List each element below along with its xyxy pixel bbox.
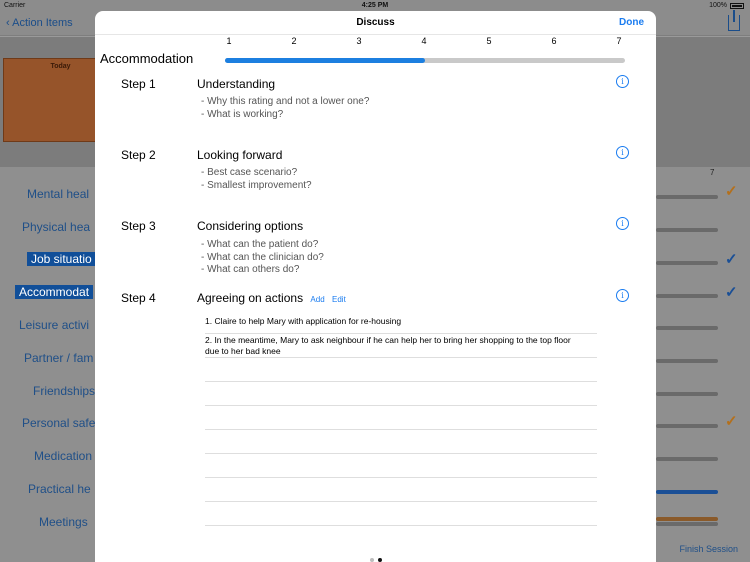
- status-time: 4:25 PM: [361, 2, 389, 9]
- scale-label: 1: [226, 36, 232, 46]
- rating-slider[interactable]: [225, 58, 625, 63]
- background-bar: [656, 261, 718, 265]
- scale-label: 6: [551, 36, 557, 46]
- battery-icon: [730, 2, 744, 9]
- info-icon[interactable]: i: [616, 146, 629, 159]
- action-divider: [205, 405, 597, 406]
- question: - Best case scenario?: [201, 167, 298, 178]
- step-3-label: Step 3: [121, 219, 156, 233]
- step-2-title: Looking forward: [197, 148, 283, 162]
- scale-label: 7: [616, 36, 622, 46]
- step-1-label: Step 1: [121, 77, 156, 91]
- info-icon[interactable]: i: [616, 75, 629, 88]
- action-divider: [205, 357, 597, 358]
- share-icon[interactable]: [728, 10, 740, 31]
- action-divider: [205, 477, 597, 478]
- background-bar: [656, 517, 718, 521]
- action-item-1[interactable]: 1. Claire to help Mary with application …: [205, 316, 577, 327]
- step-2-questions: - Best case scenario? - Smallest improve…: [201, 167, 312, 192]
- background-bar: [656, 522, 718, 526]
- scale-label: 4: [421, 36, 427, 46]
- background-bar: [656, 457, 718, 461]
- background-bar: [656, 195, 718, 199]
- scale-label: 3: [356, 36, 362, 46]
- rating-scale-labels: 1 2 3 4 5 6 7: [225, 36, 625, 48]
- question: - Smallest improvement?: [201, 179, 312, 191]
- page-dot-current: [377, 558, 382, 562]
- background-bar: [656, 424, 718, 428]
- done-button[interactable]: Done: [619, 17, 644, 28]
- question: - What can others do?: [201, 264, 300, 275]
- info-icon[interactable]: i: [616, 289, 629, 302]
- checkmark-icon: ✓: [725, 251, 738, 268]
- question: - What is working?: [201, 108, 284, 120]
- question: - Why this rating and not a lower one?: [201, 96, 370, 107]
- back-button[interactable]: ‹ Action Items: [6, 17, 73, 29]
- question: - What can the patient do?: [201, 239, 319, 250]
- background-bar: [656, 392, 718, 396]
- today-label: Today: [50, 63, 71, 70]
- background-bar: [656, 326, 718, 330]
- battery-indicator: 100%: [709, 2, 744, 9]
- page-dot: [369, 558, 374, 562]
- action-divider: [205, 501, 597, 502]
- info-icon[interactable]: i: [616, 217, 629, 230]
- modal-header: Discuss Done: [95, 11, 656, 35]
- background-scale-max: 7: [710, 168, 715, 177]
- modal-title: Discuss: [356, 17, 395, 28]
- action-divider: [205, 333, 597, 334]
- step-2-label: Step 2: [121, 148, 156, 162]
- add-action-button[interactable]: Add: [310, 295, 324, 304]
- background-bar: [656, 294, 718, 298]
- scale-label: 5: [486, 36, 492, 46]
- background-bar: [656, 228, 718, 232]
- back-label: Action Items: [12, 17, 73, 29]
- category-title: Accommodation: [100, 51, 194, 66]
- step-1-questions: - Why this rating and not a lower one? -…: [201, 96, 369, 121]
- step-4-title: Agreeing on actions Add Edit: [197, 291, 346, 305]
- discuss-modal: Discuss Done Accommodation 1 2 3 4 5 6 7…: [95, 11, 656, 562]
- rating-slider-fill: [225, 58, 425, 63]
- checkmark-icon: ✓: [725, 413, 738, 430]
- step-3-questions: - What can the patient do? - What can th…: [201, 239, 324, 277]
- action-divider: [205, 429, 597, 430]
- action-divider: [205, 453, 597, 454]
- background-bar: [656, 490, 718, 494]
- question: - What can the clinician do?: [201, 251, 324, 263]
- checkmark-icon: ✓: [725, 183, 738, 200]
- checkmark-icon: ✓: [725, 284, 738, 301]
- finish-session-button[interactable]: Finish Session: [679, 544, 738, 554]
- action-divider: [205, 525, 597, 526]
- scale-label: 2: [291, 36, 297, 46]
- chevron-left-icon: ‹: [6, 17, 10, 29]
- background-bar: [656, 359, 718, 363]
- edit-actions-button[interactable]: Edit: [332, 295, 346, 304]
- action-divider: [205, 381, 597, 382]
- page-indicator[interactable]: [95, 549, 656, 562]
- action-item-2[interactable]: 2. In the meantime, Mary to ask neighbou…: [205, 335, 577, 357]
- step-4-label: Step 4: [121, 291, 156, 305]
- step-4-title-text: Agreeing on actions: [197, 291, 304, 305]
- step-1-title: Understanding: [197, 77, 276, 91]
- step-3-title: Considering options: [197, 219, 304, 233]
- battery-percent: 100%: [709, 2, 727, 9]
